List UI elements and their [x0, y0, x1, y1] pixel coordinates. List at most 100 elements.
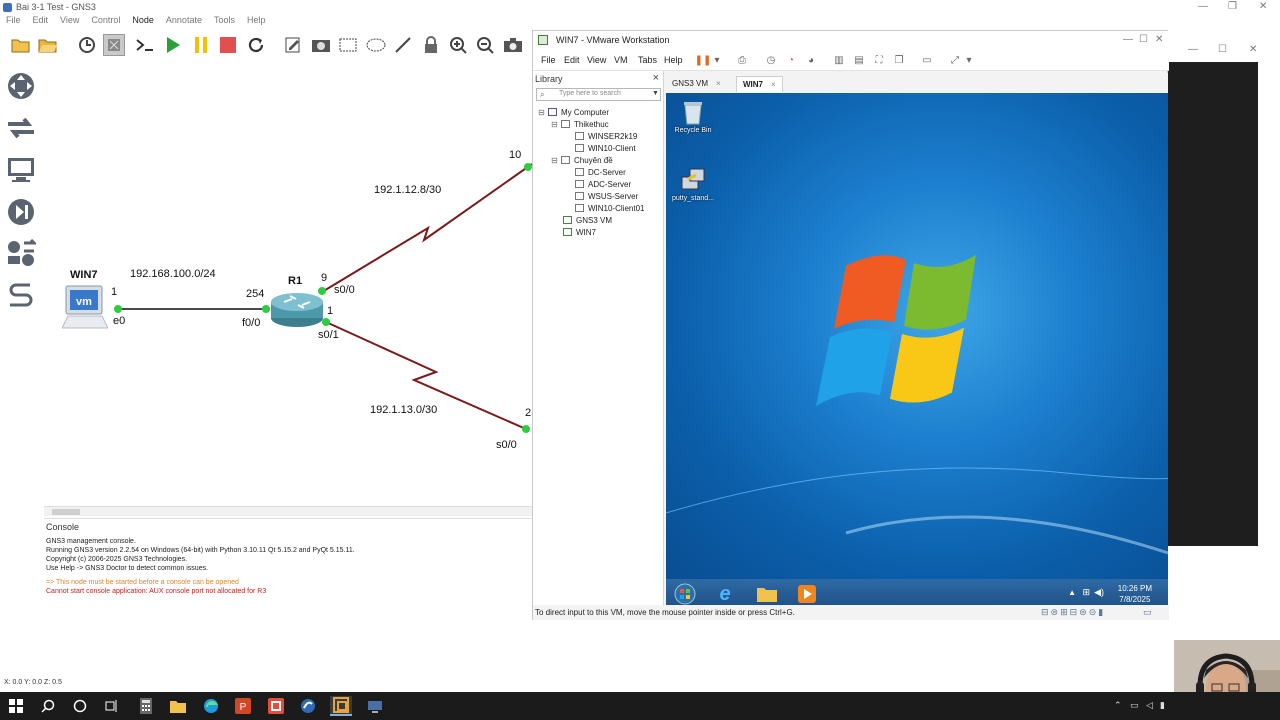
- menu-node[interactable]: Node: [132, 15, 154, 25]
- library-tree-item[interactable]: WIN7: [563, 228, 596, 237]
- tray-expand-icon[interactable]: ▲: [1068, 588, 1076, 597]
- library-tree-item[interactable]: WIN10-Client01: [575, 204, 644, 213]
- library-tree-item[interactable]: ⊟ Chuyên đề: [551, 156, 613, 165]
- restore-icon[interactable]: ☐: [1218, 44, 1227, 55]
- library-tree-item[interactable]: WSUS-Server: [575, 192, 638, 201]
- vmware-taskbar-icon[interactable]: [330, 696, 352, 716]
- gns3-taskbar-icon[interactable]: [297, 696, 319, 716]
- powerpoint-icon[interactable]: P: [232, 696, 254, 716]
- draw-rectangle-icon[interactable]: [337, 34, 359, 56]
- scrollbar-thumb[interactable]: [52, 509, 80, 515]
- console-view-icon[interactable]: ▭: [920, 53, 934, 67]
- library-tree-item[interactable]: DC-Server: [575, 168, 626, 177]
- library-tree-item[interactable]: ADC-Server: [575, 180, 631, 189]
- search-icon[interactable]: [37, 696, 59, 716]
- full-screen-icon[interactable]: ⛶: [872, 53, 886, 67]
- minimize-icon[interactable]: —: [1123, 34, 1133, 45]
- console-panel[interactable]: Console GNS3 management console. Running…: [44, 518, 532, 608]
- screen-recorder-icon[interactable]: [265, 696, 287, 716]
- internet-explorer-icon[interactable]: e: [712, 582, 738, 606]
- windows-start-icon[interactable]: [5, 696, 27, 716]
- all-devices-icon[interactable]: [5, 238, 37, 270]
- edge-icon[interactable]: [200, 696, 222, 716]
- show-interface-labels-icon[interactable]: [103, 34, 125, 56]
- reload-all-icon[interactable]: [245, 34, 267, 56]
- library-tree-item[interactable]: ⊟ My Computer: [538, 108, 609, 117]
- close-icon[interactable]: ✕: [1259, 1, 1267, 12]
- zoom-in-icon[interactable]: [447, 34, 469, 56]
- minimize-icon[interactable]: —: [1198, 1, 1208, 12]
- maximize-icon[interactable]: ☐: [1139, 34, 1148, 45]
- volume-tray-icon[interactable]: ◀): [1094, 587, 1104, 598]
- menu-annotate[interactable]: Annotate: [166, 15, 202, 25]
- menu-control[interactable]: Control: [91, 15, 120, 25]
- snapshot-manager-icon[interactable]: ◕: [804, 53, 818, 67]
- library-search-input[interactable]: Type here to search: [536, 88, 661, 101]
- open-folder-icon[interactable]: [10, 34, 32, 56]
- vm-menu-vm[interactable]: VM: [614, 55, 628, 65]
- file-explorer-icon[interactable]: [754, 582, 780, 606]
- snapshot-icon[interactable]: [76, 34, 98, 56]
- menu-tools[interactable]: Tools: [214, 15, 235, 25]
- close-icon[interactable]: ✕: [1249, 44, 1257, 55]
- library-tree-item[interactable]: WINSER2k19: [575, 132, 637, 141]
- start-all-icon[interactable]: [162, 34, 184, 56]
- library-tree-item[interactable]: GNS3 VM: [563, 216, 612, 225]
- cortana-icon[interactable]: [69, 696, 91, 716]
- task-view-icon[interactable]: [101, 696, 123, 716]
- vm-menu-file[interactable]: File: [541, 55, 556, 65]
- dropdown-arrow-icon[interactable]: ▾: [962, 53, 976, 67]
- message-log-icon[interactable]: ▭: [1143, 607, 1152, 618]
- end-devices-icon[interactable]: [5, 154, 37, 186]
- revert-snapshot-icon[interactable]: ◔: [784, 53, 798, 67]
- topology-canvas[interactable]: vm WIN7 1 e0 R1 192.168.100.0/24 254 f0/…: [44, 60, 532, 506]
- lock-icon[interactable]: [420, 34, 442, 56]
- insert-picture-icon[interactable]: [310, 34, 332, 56]
- switches-icon[interactable]: [5, 112, 37, 144]
- tab-win7[interactable]: WIN7 ×: [736, 76, 783, 92]
- show-library-icon[interactable]: ▥: [832, 53, 846, 67]
- network-tray-icon[interactable]: ▭: [1130, 700, 1139, 711]
- unity-icon[interactable]: ❐: [892, 53, 906, 67]
- start-orb-icon[interactable]: [672, 582, 698, 606]
- stretch-guest-icon[interactable]: ⤢: [948, 53, 962, 67]
- pause-vm-icon[interactable]: ❚❚: [695, 53, 712, 67]
- menu-view[interactable]: View: [60, 15, 79, 25]
- minimize-icon[interactable]: —: [1188, 44, 1198, 55]
- routers-icon[interactable]: [5, 70, 37, 102]
- vm-menu-view[interactable]: View: [587, 55, 606, 65]
- chevron-down-icon[interactable]: ▼: [652, 90, 659, 97]
- close-icon[interactable]: ✕: [1155, 34, 1163, 45]
- media-player-icon[interactable]: [794, 582, 820, 606]
- thumbnail-bar-icon[interactable]: ▤: [852, 53, 866, 67]
- suspend-all-icon[interactable]: [190, 34, 212, 56]
- snapshot-clock-icon[interactable]: ◷: [764, 53, 778, 67]
- device-status-icons[interactable]: ⊟⊜⊞⊟⊜⊝▮: [1041, 607, 1105, 618]
- add-link-icon[interactable]: [5, 280, 37, 312]
- vm-menu-tabs[interactable]: Tabs: [638, 55, 657, 65]
- restore-icon[interactable]: ❐: [1228, 1, 1237, 12]
- security-devices-icon[interactable]: [5, 196, 37, 228]
- screenshot-icon[interactable]: [502, 34, 524, 56]
- stop-all-icon[interactable]: [217, 34, 239, 56]
- add-note-icon[interactable]: [282, 34, 304, 56]
- send-ctrl-alt-del-icon[interactable]: ⎙: [735, 53, 749, 67]
- remote-desktop-icon[interactable]: [364, 696, 386, 716]
- menu-help[interactable]: Help: [247, 15, 266, 25]
- dropdown-arrow-icon[interactable]: ▾: [710, 53, 724, 67]
- tab-gns3-vm[interactable]: GNS3 VM ×: [666, 76, 727, 92]
- tray-expand-icon[interactable]: ⌃: [1114, 700, 1122, 711]
- putty-shortcut-icon[interactable]: putty_stand...: [666, 167, 720, 202]
- zoom-out-icon[interactable]: [474, 34, 496, 56]
- battery-tray-icon[interactable]: ▮: [1160, 700, 1165, 711]
- open-project-icon[interactable]: [37, 34, 59, 56]
- r1-router-node[interactable]: [270, 290, 324, 328]
- volume-tray-icon[interactable]: ◁: [1146, 700, 1153, 711]
- canvas-horizontal-scrollbar[interactable]: [44, 506, 532, 516]
- draw-line-icon[interactable]: [392, 34, 414, 56]
- win7-desktop[interactable]: Recycle Bin putty_stand...: [666, 93, 1168, 579]
- draw-ellipse-icon[interactable]: [365, 34, 387, 56]
- file-explorer-icon[interactable]: [167, 696, 189, 716]
- menu-edit[interactable]: Edit: [33, 15, 49, 25]
- library-tree-item[interactable]: ⊟ Thikethuc: [551, 120, 609, 129]
